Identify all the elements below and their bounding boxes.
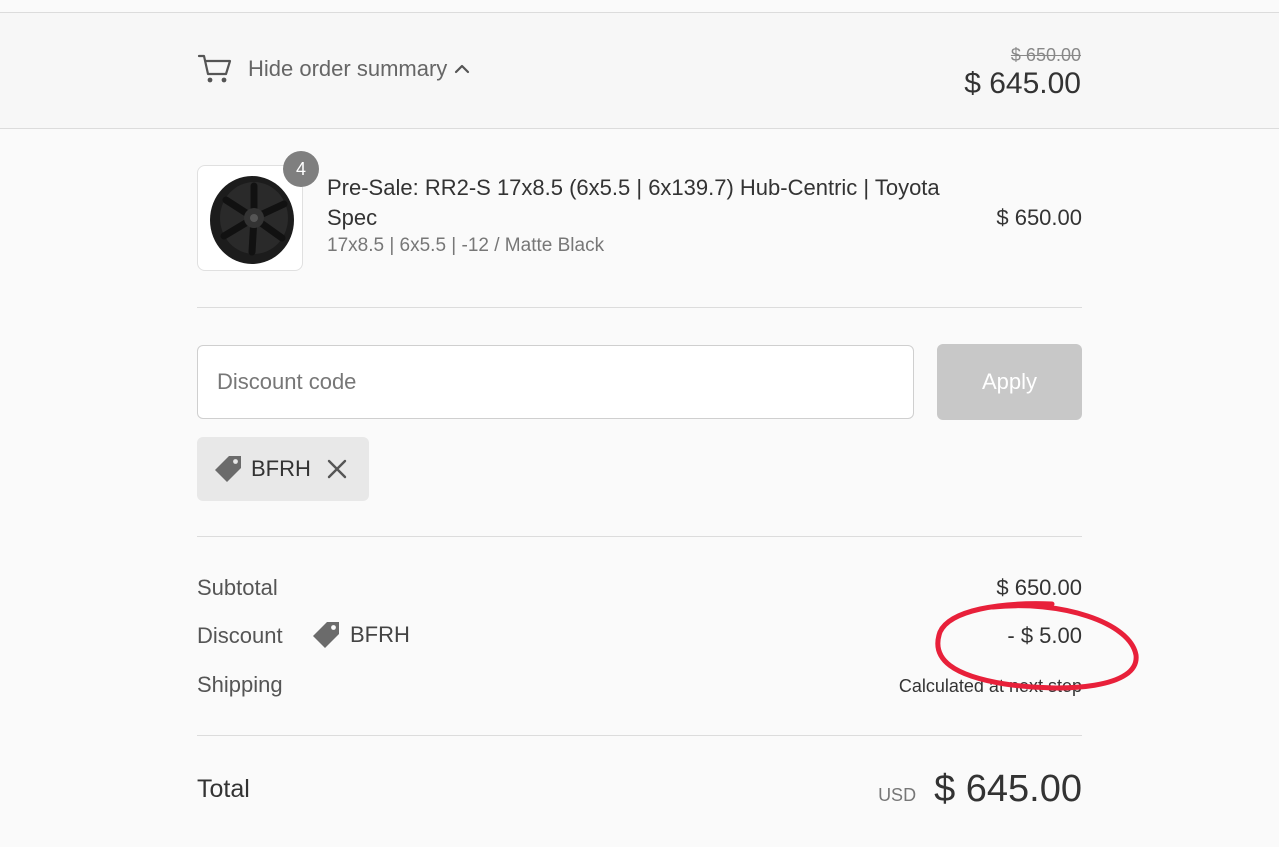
divider <box>197 307 1082 308</box>
product-line-item: 4 Pre-Sale: RR2-S 17x8.5 (6x5.5 | 6x139.… <box>197 151 1082 273</box>
product-price: $ 650.00 <box>996 205 1082 230</box>
total-label: Total <box>197 775 250 803</box>
subtotal-label: Subtotal <box>197 575 278 600</box>
currency-code: USD <box>878 785 917 805</box>
apply-button[interactable]: Apply <box>937 344 1082 420</box>
divider <box>197 536 1082 537</box>
shipping-value: Calculated at next step <box>898 676 1082 696</box>
total-amount: $ 645.00 <box>934 768 1082 810</box>
total-amount-group: USD $ 645.00 <box>878 768 1082 811</box>
order-summary-toggle[interactable]: Hide order summary <box>197 51 471 87</box>
order-summary-header: Hide order summary $ 650.00 $ 645.00 <box>0 13 1279 129</box>
shipping-row: Shipping Calculated at next step <box>197 672 1082 702</box>
discount-code-tag: BFRH <box>311 620 410 650</box>
tag-icon <box>215 456 241 482</box>
tag-icon <box>313 622 339 648</box>
discount-value: - $ 5.00 <box>1007 623 1082 648</box>
product-variant: 17x8.5 | 6x5.5 | -12 / Matte Black <box>327 235 605 256</box>
quantity-badge: 4 <box>283 151 319 187</box>
subtotal-value: $ 650.00 <box>996 575 1082 600</box>
chevron-up-icon <box>455 64 470 74</box>
subtotal-row: Subtotal $ 650.00 <box>197 575 1082 605</box>
remove-discount-icon[interactable] <box>325 457 349 481</box>
discount-row: Discount BFRH - $ 5.00 <box>197 620 1082 653</box>
divider <box>197 735 1082 736</box>
shipping-label: Shipping <box>197 672 283 697</box>
discount-code: BFRH <box>350 622 410 647</box>
applied-discount-code: BFRH <box>251 456 311 481</box>
discount-code-input[interactable] <box>197 345 914 419</box>
cart-icon <box>197 54 232 83</box>
header-prices: $ 650.00 $ 645.00 <box>964 43 1081 101</box>
discount-label: Discount <box>197 623 283 648</box>
header-total: $ 645.00 <box>964 67 1081 100</box>
product-title: Pre-Sale: RR2-S 17x8.5 (6x5.5 | 6x139.7)… <box>327 175 940 230</box>
wheel-image <box>210 176 294 264</box>
applied-discount-chip: BFRH <box>197 437 369 501</box>
original-price: $ 650.00 <box>1010 45 1081 65</box>
toggle-label: Hide order summary <box>248 56 448 81</box>
